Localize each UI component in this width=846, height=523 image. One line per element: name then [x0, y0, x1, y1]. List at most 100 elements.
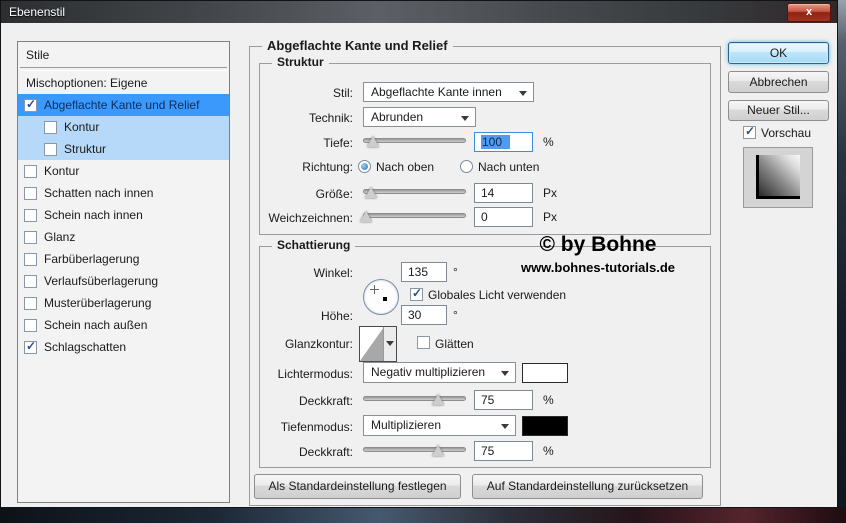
- checkbox-icon[interactable]: [24, 165, 37, 178]
- sidebar-item-mischoptionen[interactable]: Mischoptionen: Eigene: [18, 72, 229, 94]
- sidebar-item-label: Musterüberlagerung: [44, 296, 151, 310]
- slider-thumb[interactable]: [432, 445, 444, 456]
- winkel-input[interactable]: 135: [401, 262, 447, 282]
- slider-track[interactable]: [363, 213, 466, 218]
- dialog-titlebar[interactable]: Ebenenstil x: [1, 1, 837, 23]
- checkbox-icon[interactable]: [24, 99, 37, 112]
- checkbox-icon[interactable]: [24, 253, 37, 266]
- checkbox-icon[interactable]: [44, 143, 57, 156]
- sidebar-item-abgeflachte-kante[interactable]: Abgeflachte Kante und Relief: [18, 94, 229, 116]
- chevron-down-icon[interactable]: [383, 327, 396, 361]
- tiefenmodus-select-value: Multiplizieren: [371, 418, 441, 432]
- glanzkontur-picker[interactable]: [359, 326, 397, 362]
- checkbox-icon[interactable]: [24, 231, 37, 244]
- sidebar-item-stile[interactable]: Stile: [18, 44, 229, 66]
- groesse-label: Größe:: [241, 187, 353, 201]
- sidebar-item-label: Stile: [26, 48, 49, 62]
- style-preview: [743, 147, 813, 208]
- glaetten-checkbox[interactable]: [417, 336, 430, 349]
- ok-button[interactable]: OK: [728, 42, 829, 64]
- slider-track[interactable]: [363, 396, 466, 401]
- checkbox-icon[interactable]: [24, 341, 37, 354]
- groesse-slider[interactable]: [363, 185, 466, 199]
- sidebar-item-schlagschatten[interactable]: Schlagschatten: [18, 336, 229, 358]
- sidebar-item-label: Schein nach innen: [44, 208, 143, 222]
- checkbox-icon[interactable]: [24, 297, 37, 310]
- slider-thumb[interactable]: [365, 187, 377, 198]
- sidebar-item-farbueberlagerung[interactable]: Farbüberlagerung: [18, 248, 229, 270]
- sidebar-item-label: Struktur: [64, 142, 106, 156]
- angle-dial[interactable]: [363, 279, 399, 315]
- screenshot-root: Ebenenstil x Stile Mischoptionen: Eigene…: [0, 0, 846, 523]
- radio-nach-unten-icon[interactable]: [460, 160, 473, 173]
- richtung-label: Richtung:: [241, 160, 353, 174]
- tiefe-input[interactable]: 100: [474, 132, 533, 152]
- deckkraft-tiefen-input[interactable]: 75: [474, 441, 533, 461]
- radio-nach-unten-label[interactable]: Nach unten: [478, 160, 539, 174]
- contour-preview: [360, 327, 384, 361]
- slider-thumb[interactable]: [432, 394, 444, 405]
- sidebar-item-musterueberlagerung[interactable]: Musterüberlagerung: [18, 292, 229, 314]
- set-default-button[interactable]: Als Standardeinstellung festlegen: [254, 474, 461, 499]
- slider-thumb[interactable]: [367, 136, 379, 147]
- stil-select-value: Abgeflachte Kante innen: [371, 85, 502, 99]
- glaetten-label[interactable]: Glätten: [435, 337, 474, 351]
- deckkraft-lichter-input[interactable]: 75: [474, 390, 533, 410]
- vorschau-label[interactable]: Vorschau: [761, 126, 811, 140]
- sidebar-item-glanz[interactable]: Glanz: [18, 226, 229, 248]
- globales-licht-checkbox[interactable]: [410, 288, 423, 301]
- weichzeichnen-input[interactable]: 0: [474, 207, 533, 227]
- panel-title: Abgeflachte Kante und Relief: [262, 38, 453, 53]
- stil-select[interactable]: Abgeflachte Kante innen: [363, 82, 534, 102]
- unit-label: %: [543, 134, 554, 150]
- deckkraft-lichter-input-value: 75: [481, 393, 494, 407]
- unit-label: Px: [543, 209, 557, 225]
- deckkraft-tiefen-slider[interactable]: [363, 443, 466, 457]
- struktur-group-title: Struktur: [272, 55, 329, 69]
- highlight-color-swatch[interactable]: [522, 363, 568, 383]
- shadow-color-swatch[interactable]: [522, 416, 568, 436]
- sidebar-item-schein-nach-aussen[interactable]: Schein nach außen: [18, 314, 229, 336]
- checkbox-icon[interactable]: [44, 121, 57, 134]
- sidebar-item-verlaufsueberlagerung[interactable]: Verlaufsüberlagerung: [18, 270, 229, 292]
- sidebar-item-schatten-nach-innen[interactable]: Schatten nach innen: [18, 182, 229, 204]
- vorschau-checkbox[interactable]: [743, 126, 756, 139]
- chevron-down-icon: [501, 371, 509, 376]
- slider-thumb[interactable]: [360, 211, 372, 222]
- technik-select[interactable]: Abrunden: [363, 107, 476, 127]
- checkbox-icon[interactable]: [24, 319, 37, 332]
- sidebar-item-struktur-sub[interactable]: Struktur: [18, 138, 229, 160]
- checkbox-icon[interactable]: [24, 187, 37, 200]
- sidebar-item-label: Farbüberlagerung: [44, 252, 139, 266]
- close-button[interactable]: x: [787, 3, 831, 22]
- checkbox-icon[interactable]: [24, 209, 37, 222]
- checkbox-icon[interactable]: [24, 275, 37, 288]
- sidebar-item-label: Schlagschatten: [44, 340, 126, 354]
- globales-licht-label[interactable]: Globales Licht verwenden: [428, 288, 566, 302]
- deckkraft-lichter-slider[interactable]: [363, 392, 466, 406]
- weichzeichnen-input-value: 0: [481, 210, 488, 224]
- groesse-input[interactable]: 14: [474, 183, 533, 203]
- slider-track[interactable]: [363, 189, 466, 194]
- winkel-input-value: 135: [408, 265, 428, 279]
- reset-default-button[interactable]: Auf Standardeinstellung zurücksetzen: [472, 474, 703, 499]
- slider-track[interactable]: [363, 447, 466, 452]
- set-default-button-label: Als Standardeinstellung festlegen: [268, 479, 446, 493]
- new-style-button[interactable]: Neuer Stil...: [728, 100, 829, 121]
- tiefenmodus-select[interactable]: Multiplizieren: [363, 415, 516, 436]
- groesse-input-value: 14: [481, 186, 494, 200]
- sidebar-item-kontur-sub[interactable]: Kontur: [18, 116, 229, 138]
- cancel-button[interactable]: Abbrechen: [728, 71, 829, 93]
- lichtermodus-select-value: Negativ multiplizieren: [371, 365, 485, 379]
- weichzeichnen-slider[interactable]: [363, 209, 466, 223]
- hoehe-input[interactable]: 30: [401, 305, 447, 325]
- sidebar-item-kontur[interactable]: Kontur: [18, 160, 229, 182]
- tiefe-slider[interactable]: [363, 134, 466, 148]
- sidebar-item-schein-nach-innen[interactable]: Schein nach innen: [18, 204, 229, 226]
- styles-list: Stile Mischoptionen: Eigene Abgeflachte …: [17, 41, 230, 503]
- angle-indicator-dot: [383, 297, 387, 301]
- sidebar-separator: [20, 67, 227, 71]
- lichtermodus-select[interactable]: Negativ multiplizieren: [363, 362, 516, 383]
- radio-nach-oben-icon[interactable]: [358, 160, 371, 173]
- radio-nach-oben-label[interactable]: Nach oben: [376, 160, 434, 174]
